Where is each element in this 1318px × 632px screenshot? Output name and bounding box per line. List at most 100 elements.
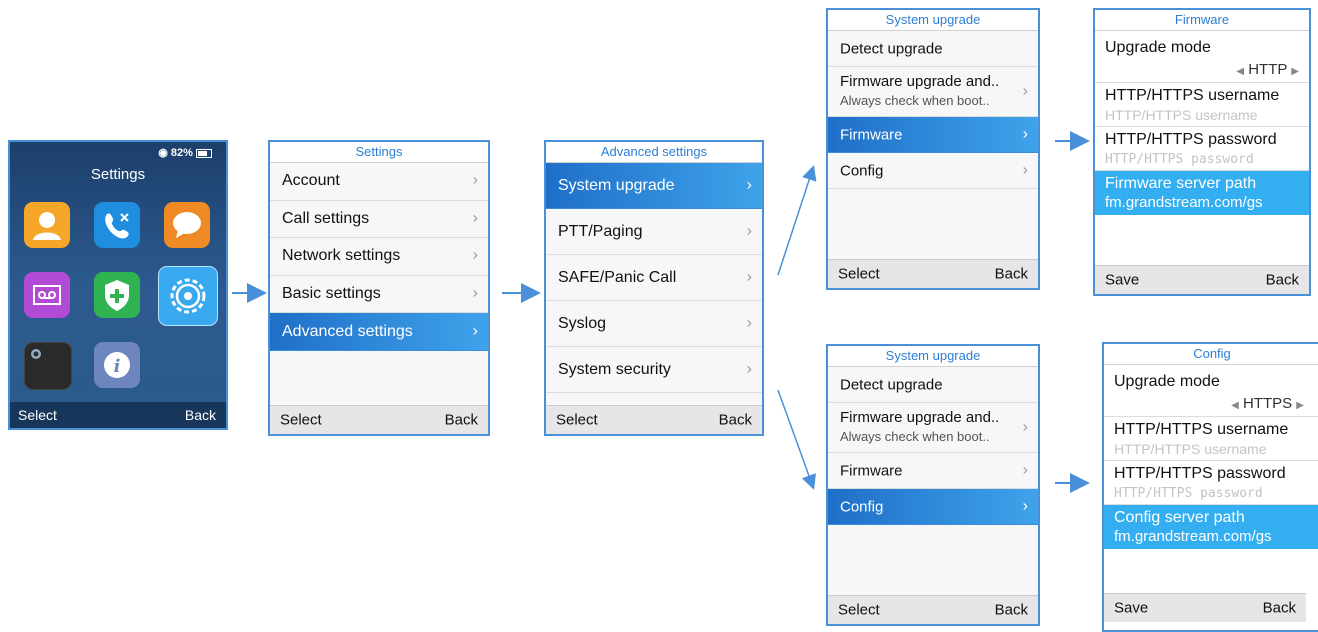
menu-item-label: Call settings xyxy=(282,209,370,227)
arrow-advanced-to-upgrade-bottom xyxy=(777,389,816,490)
save-softkey[interactable]: Save xyxy=(1114,600,1148,617)
security-shield-icon[interactable] xyxy=(94,272,140,318)
select-softkey[interactable]: Select xyxy=(838,602,880,619)
select-softkey[interactable]: Select xyxy=(280,412,322,429)
menu-item-firmware-upgrade-and[interactable]: Firmware upgrade and.. Always check when… xyxy=(828,403,1038,453)
password-field[interactable]: HTTP/HTTPS password HTTP/HTTPS password xyxy=(1095,127,1309,171)
save-softkey[interactable]: Save xyxy=(1105,272,1139,289)
chevron-right-icon: › xyxy=(746,176,752,194)
config-server-path-field[interactable]: Config server path fm.grandstream.com/gs xyxy=(1104,505,1318,549)
soft-bar: Select Back xyxy=(828,595,1038,624)
voicemail-icon[interactable] xyxy=(24,272,70,318)
select-softkey[interactable]: Select xyxy=(18,407,57,423)
chevron-right-icon: › xyxy=(746,222,752,240)
menu-item-detect-upgrade[interactable]: Detect upgrade xyxy=(828,31,1038,67)
menu-item-account[interactable]: Account › xyxy=(270,163,488,201)
menu-item-label: Basic settings xyxy=(282,285,381,303)
username-placeholder: HTTP/HTTPS username xyxy=(1105,107,1258,123)
menu-item-label: PTT/Paging xyxy=(558,222,643,240)
menu-item-firmware[interactable]: Firmware › xyxy=(828,453,1038,489)
camera-icon[interactable] xyxy=(24,342,72,390)
menu-item-label: Account xyxy=(282,172,340,190)
chevron-right-icon: › xyxy=(1022,161,1028,179)
upgrade-mode-field[interactable]: Upgrade mode ◀ HTTPS ▶ xyxy=(1104,365,1318,417)
chevron-right-icon: › xyxy=(746,268,752,286)
screen-title: Config xyxy=(1104,344,1318,365)
settings-screen: Settings Account › Call settings › Netwo… xyxy=(268,140,490,436)
back-softkey[interactable]: Back xyxy=(995,602,1028,619)
menu-item-system-upgrade[interactable]: System upgrade › xyxy=(546,163,762,209)
advanced-list: System upgrade › PTT/Paging › SAFE/Panic… xyxy=(546,163,762,393)
arrow-right-icon[interactable]: ▶ xyxy=(1296,400,1304,411)
username-field[interactable]: HTTP/HTTPS username HTTP/HTTPS username xyxy=(1095,83,1309,127)
menu-item-subtitle: Always check when boot.. xyxy=(840,429,990,444)
messages-icon[interactable] xyxy=(164,202,210,248)
select-softkey[interactable]: Select xyxy=(838,266,880,283)
menu-item-basic-settings[interactable]: Basic settings › xyxy=(270,275,488,314)
soft-bar: Select Back xyxy=(828,259,1038,288)
settings-gear-icon[interactable] xyxy=(158,266,218,326)
chevron-right-icon: › xyxy=(1022,125,1028,143)
chevron-right-icon: › xyxy=(746,360,752,378)
info-icon[interactable]: i xyxy=(94,342,140,388)
menu-item-label: Detect upgrade xyxy=(840,376,943,393)
back-softkey[interactable]: Back xyxy=(995,266,1028,283)
menu-item-label: Advanced settings xyxy=(282,322,413,340)
back-softkey[interactable]: Back xyxy=(1263,600,1296,617)
field-label: Config server path xyxy=(1114,509,1245,526)
back-softkey[interactable]: Back xyxy=(445,412,478,429)
upgrade-mode-selector[interactable]: ◀ HTTP ▶ xyxy=(1236,61,1299,78)
chevron-right-icon: › xyxy=(472,284,478,302)
menu-item-firmware[interactable]: Firmware › xyxy=(828,117,1038,153)
chevron-right-icon: › xyxy=(1022,418,1028,436)
menu-item-label: Firmware xyxy=(840,462,903,479)
screen-title: Firmware xyxy=(1095,10,1309,31)
back-softkey[interactable]: Back xyxy=(1266,272,1299,289)
field-label: HTTP/HTTPS username xyxy=(1105,87,1280,104)
battery-percent: 82% xyxy=(170,147,193,159)
select-softkey[interactable]: Select xyxy=(556,412,598,429)
back-softkey[interactable]: Back xyxy=(719,412,752,429)
menu-item-syslog[interactable]: Syslog › xyxy=(546,301,762,347)
firmware-server-path-field[interactable]: Firmware server path fm.grandstream.com/… xyxy=(1095,171,1309,215)
server-path-value: fm.grandstream.com/gs xyxy=(1105,194,1263,211)
upgrade-mode-selector[interactable]: ◀ HTTPS ▶ xyxy=(1231,395,1304,412)
menu-item-network-settings[interactable]: Network settings › xyxy=(270,238,488,276)
menu-item-config[interactable]: Config › xyxy=(828,153,1038,189)
arrow-right-icon[interactable]: ▶ xyxy=(1291,66,1299,77)
menu-item-config[interactable]: Config › xyxy=(828,489,1038,525)
username-field[interactable]: HTTP/HTTPS username HTTP/HTTPS username xyxy=(1104,417,1318,461)
field-label: HTTP/HTTPS password xyxy=(1114,465,1286,482)
wifi-icon: ◉ xyxy=(158,147,168,159)
chevron-right-icon: › xyxy=(472,247,478,265)
menu-item-safe-panic-call[interactable]: SAFE/Panic Call › xyxy=(546,255,762,301)
menu-item-call-settings[interactable]: Call settings › xyxy=(270,200,488,239)
menu-item-label: Network settings xyxy=(282,247,401,265)
call-history-icon[interactable] xyxy=(94,202,140,248)
password-field[interactable]: HTTP/HTTPS password HTTP/HTTPS password xyxy=(1104,461,1318,505)
menu-item-label: Syslog xyxy=(558,314,607,332)
password-placeholder: HTTP/HTTPS password xyxy=(1114,486,1263,501)
menu-item-system-security[interactable]: System security › xyxy=(546,347,762,393)
screen-title: System upgrade xyxy=(828,346,1038,367)
menu-item-detect-upgrade[interactable]: Detect upgrade xyxy=(828,367,1038,403)
menu-item-advanced-settings[interactable]: Advanced settings › xyxy=(270,313,488,351)
system-upgrade-screen-config: System upgrade Detect upgrade Firmware u… xyxy=(826,344,1040,626)
field-label: HTTP/HTTPS username xyxy=(1114,421,1289,438)
menu-item-ptt-paging[interactable]: PTT/Paging › xyxy=(546,209,762,255)
contacts-icon[interactable] xyxy=(24,202,70,248)
arrow-left-icon[interactable]: ◀ xyxy=(1231,400,1239,411)
upgrade-mode-field[interactable]: Upgrade mode ◀ HTTP ▶ xyxy=(1095,31,1309,83)
arrow-left-icon[interactable]: ◀ xyxy=(1236,66,1244,77)
upgrade-list: Detect upgrade Firmware upgrade and.. Al… xyxy=(828,367,1038,525)
username-placeholder: HTTP/HTTPS username xyxy=(1114,441,1267,457)
screen-title: System upgrade xyxy=(828,10,1038,31)
home-screen: ◉ 82% Settings i Select Back xyxy=(8,140,228,430)
menu-item-label: Config xyxy=(840,162,884,179)
menu-item-firmware-upgrade-and[interactable]: Firmware upgrade and.. Always check when… xyxy=(828,67,1038,117)
field-label: Firmware server path xyxy=(1105,175,1257,192)
upgrade-mode-value: HTTP xyxy=(1248,61,1288,78)
menu-item-label: Firmware upgrade and.. xyxy=(840,409,1000,426)
back-softkey[interactable]: Back xyxy=(185,407,216,423)
menu-item-label: Firmware xyxy=(840,126,903,143)
